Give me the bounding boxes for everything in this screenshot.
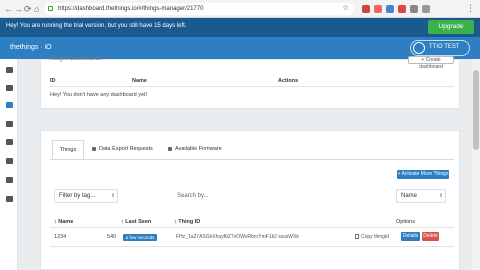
user-name: TTIO TEST	[429, 44, 460, 50]
tab-data-export-requests[interactable]: Data Export Requests	[99, 146, 153, 152]
sort-select[interactable]: Name ⇕	[396, 189, 446, 203]
reload-icon[interactable]: ⟳	[24, 4, 32, 14]
users-icon[interactable]	[6, 177, 13, 183]
column-name: Name	[132, 78, 147, 84]
tag-filter-select[interactable]: Filter by tag... ⇕	[54, 189, 118, 203]
extension-icon[interactable]	[362, 5, 370, 13]
export-icon	[92, 147, 96, 151]
copy-icon	[355, 234, 359, 239]
activate-more-things-button[interactable]: + Activate More Things	[397, 170, 449, 179]
tag-filter-label: Filter by tag...	[59, 193, 96, 199]
brand-logo[interactable]: thethings · iO	[10, 44, 52, 51]
extension-icon[interactable]	[422, 5, 430, 13]
lock-icon	[48, 6, 53, 11]
insight-dashboards-card	[40, 59, 460, 109]
firmware-icon	[168, 147, 172, 151]
tab-things[interactable]: Things	[52, 140, 84, 160]
thing-count: 540	[107, 234, 117, 240]
delete-button[interactable]: Delete	[422, 232, 439, 241]
extension-icon[interactable]	[386, 5, 394, 13]
trial-banner: Hey! You are running the trial version, …	[0, 18, 480, 37]
column-actions: Actions	[278, 78, 299, 84]
things-icon[interactable]	[6, 102, 13, 108]
url-field[interactable]: https://dashboard.thethings.io/#/things-…	[44, 3, 354, 15]
apps-icon[interactable]	[6, 121, 13, 127]
empty-message: Hey! You don't have any dashboard yet!	[50, 92, 148, 98]
tab-available-firmware[interactable]: Available Firmware	[175, 146, 222, 152]
upgrade-button[interactable]: Upgrade	[428, 20, 474, 34]
analytics-icon[interactable]	[6, 85, 13, 91]
extension-icon[interactable]	[374, 5, 382, 13]
extension-icon[interactable]	[398, 5, 406, 13]
home-icon[interactable]: ⌂	[34, 4, 39, 14]
star-icon[interactable]: ☆	[342, 3, 349, 13]
extension-icon[interactable]	[410, 5, 418, 13]
back-icon[interactable]: ←	[4, 4, 13, 14]
account-icon[interactable]	[6, 196, 13, 202]
column-id: ID	[50, 78, 56, 84]
column-thing-id[interactable]: ↕ Thing ID	[174, 219, 200, 225]
settings-icon[interactable]	[6, 139, 13, 145]
column-options: Options	[396, 219, 415, 225]
copy-thing-id-link[interactable]: Copy thingId	[361, 234, 389, 240]
last-seen-badge: a few seconds ago	[123, 234, 157, 247]
thing-name: 1234	[54, 234, 67, 240]
menu-icon[interactable]: ⋮	[466, 3, 475, 13]
sort-label: Name	[401, 193, 418, 199]
dashboard-icon[interactable]	[6, 67, 13, 73]
create-dashboard-button[interactable]: + Create dashboard	[408, 56, 454, 70]
divider	[50, 86, 454, 87]
chevron-down-icon: ⇕	[111, 193, 116, 199]
chevron-down-icon: ⇕	[439, 193, 444, 199]
column-name[interactable]: ↕ Name	[54, 219, 73, 225]
thing-id: FHz_1a27ASGhXhuyfbZ7vOWvRbnrYmF1k2 ssssW…	[176, 234, 299, 240]
column-last-seen[interactable]: ↕ Last Seen	[121, 219, 151, 225]
forward-icon[interactable]: →	[14, 4, 23, 14]
divider	[50, 227, 454, 228]
tab-divider	[50, 159, 454, 160]
details-button[interactable]: Details	[401, 232, 420, 241]
divider	[50, 246, 454, 247]
functions-icon[interactable]	[6, 158, 13, 164]
avatar-icon	[413, 42, 425, 54]
insight-title: Insight Dashboards	[50, 56, 102, 62]
search-input[interactable]: Search by...	[173, 189, 383, 203]
trial-message: Hey! You are running the trial version, …	[6, 23, 187, 29]
scrollbar-thumb[interactable]	[473, 70, 479, 150]
